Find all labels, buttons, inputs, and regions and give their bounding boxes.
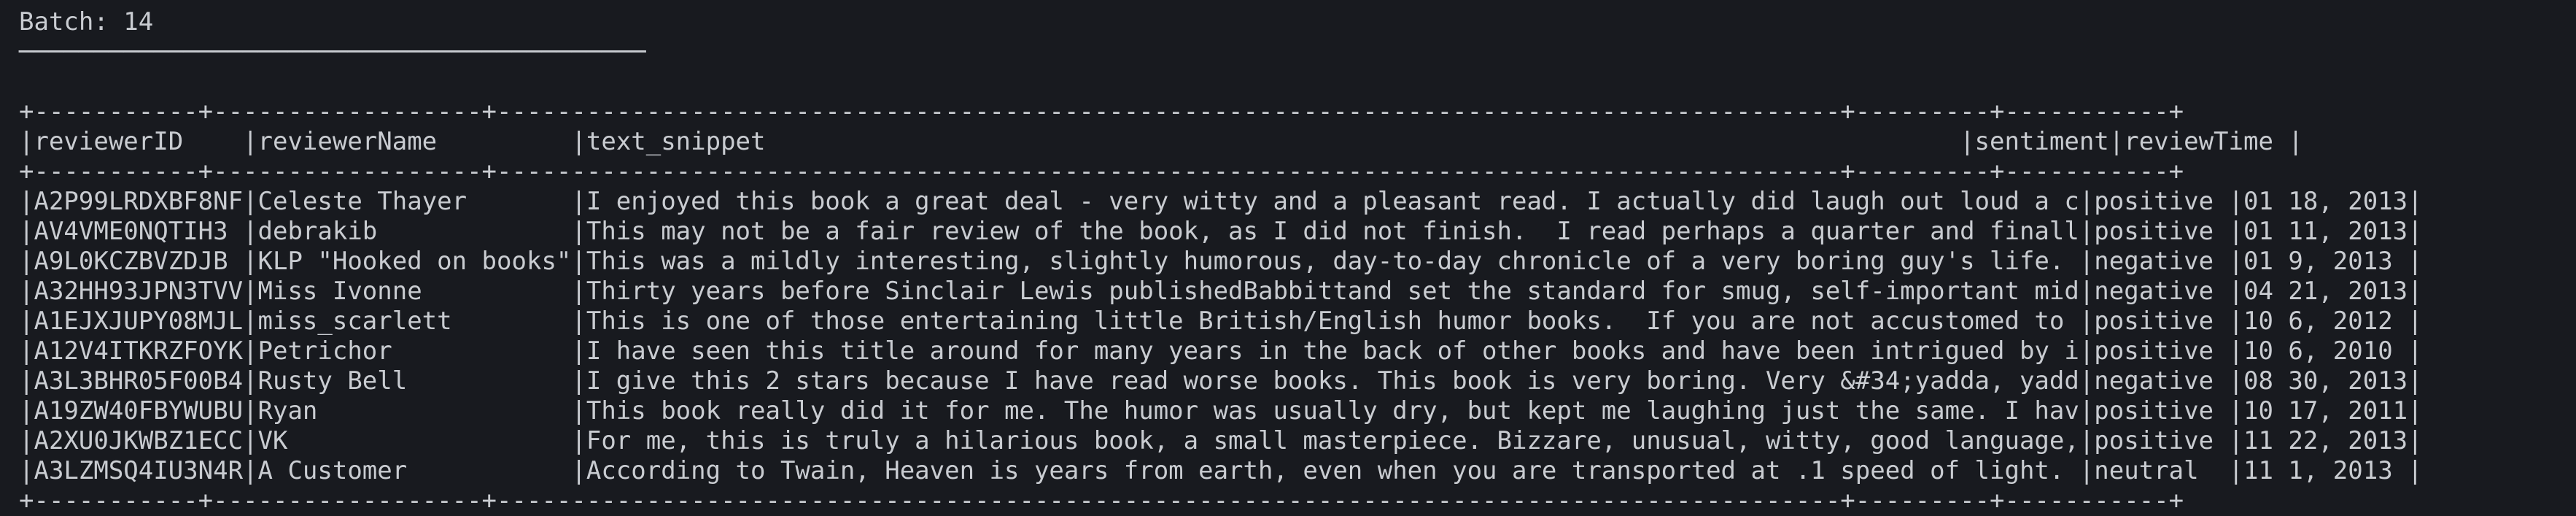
table-row: |A2XU0JKWBZ1ECC|VK |For me, this is trul… — [19, 426, 2423, 455]
table-row: |A1EJXJUPY08MJL|miss_scarlett |This is o… — [19, 307, 2423, 336]
table-row: |A32HH93JPN3TVV|Miss Ivonne |Thirty year… — [19, 277, 2423, 306]
table-border-header: +-----------+------------------+--------… — [19, 157, 2184, 186]
table-row: |A3L3BHR05F00B4|Rusty Bell |I give this … — [19, 366, 2423, 396]
table-row: |A9L0KCZBVZDJB |KLP "Hooked on books"|Th… — [19, 247, 2423, 276]
table-row: |AV4VME0NQTIH3 |debrakib |This may not b… — [19, 217, 2423, 246]
batch-underline: ────────────────────────────────────────… — [19, 37, 646, 66]
table-row: |A2P99LRDXBF8NF|Celeste Thayer |I enjoye… — [19, 187, 2423, 216]
table-border-bottom: +-----------+------------------+--------… — [19, 486, 2184, 515]
table-border-top: +-----------+------------------+--------… — [19, 97, 2184, 126]
table-row: |A3LZMSQ4IU3N4R|A Customer |According to… — [19, 456, 2423, 485]
terminal-output: Batch: 14 ──────────────────────────────… — [0, 0, 2576, 515]
table-row: |A19ZW40FBYWUBU|Ryan |This book really d… — [19, 396, 2423, 425]
batch-label: Batch: 14 — [19, 7, 154, 36]
table-row: |A12V4ITKRZFOYK|Petrichor |I have seen t… — [19, 336, 2423, 366]
table-header-row: |reviewerID |reviewerName |text_snippet … — [19, 127, 2303, 156]
